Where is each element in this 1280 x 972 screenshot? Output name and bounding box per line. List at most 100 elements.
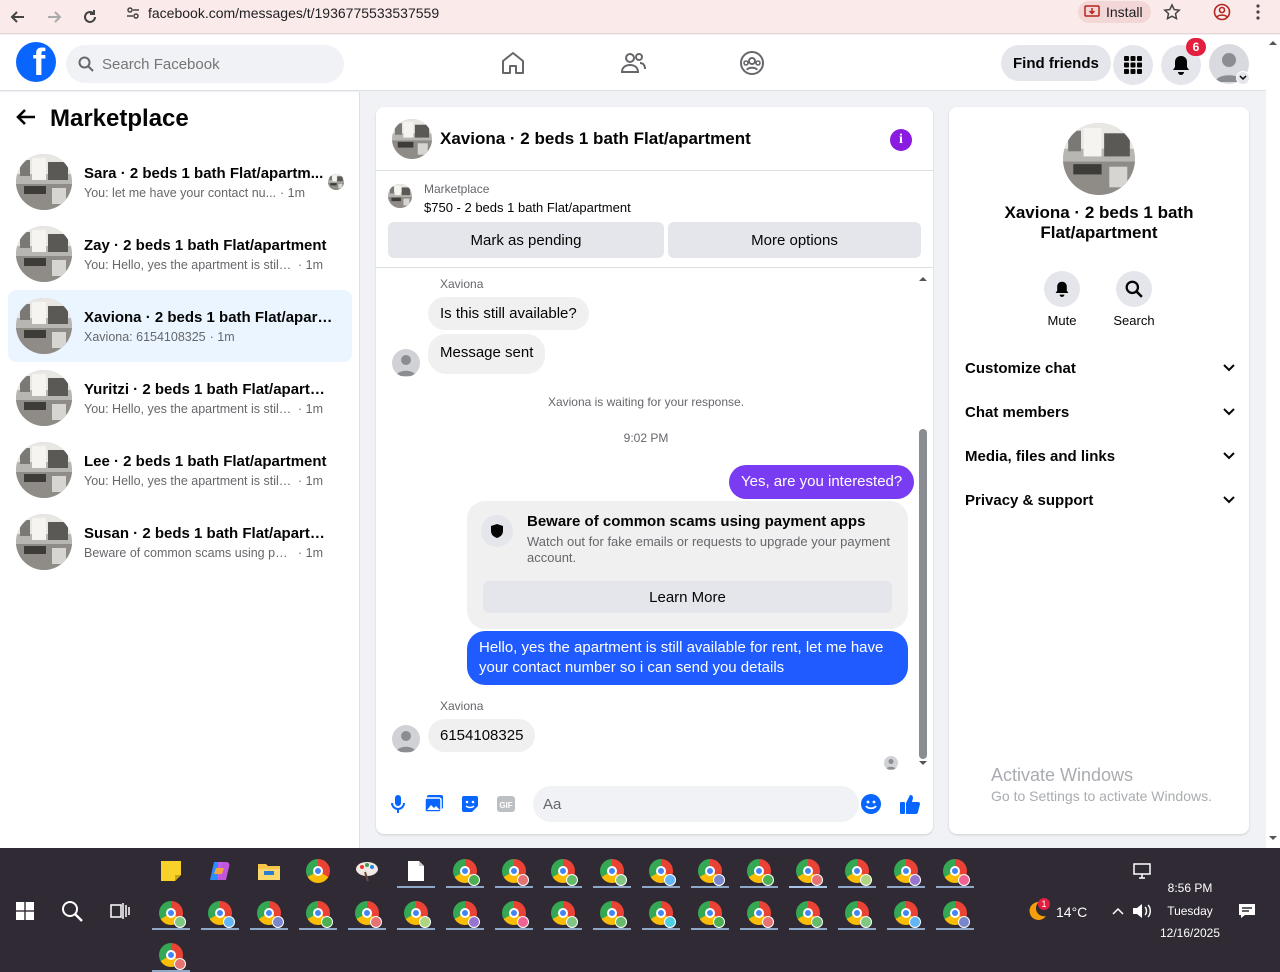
clock-time[interactable]: 8:56 PM	[1160, 881, 1220, 895]
outgoing-message[interactable]: Yes, are you interested?	[729, 465, 915, 499]
chrome-profile-icon[interactable]	[844, 858, 872, 886]
weather-temp[interactable]: 14°C	[1056, 904, 1087, 920]
chrome-profile-icon[interactable]	[452, 858, 480, 886]
listing-thumbnail[interactable]	[392, 118, 432, 159]
chrome-profile-icon[interactable]	[158, 942, 186, 970]
home-icon[interactable]	[493, 47, 533, 79]
forward-icon[interactable]	[36, 0, 72, 34]
facebook-logo-icon[interactable]: f	[16, 42, 56, 82]
message-input[interactable]: Aa	[533, 786, 859, 822]
chrome-profile-icon[interactable]	[746, 900, 774, 928]
incoming-message[interactable]: Message sent	[428, 334, 546, 374]
site-settings-icon[interactable]	[118, 6, 148, 20]
menu-grid-icon[interactable]	[1113, 45, 1153, 85]
sticky-notes-icon[interactable]	[158, 858, 184, 884]
chrome-profile-icon[interactable]	[697, 900, 725, 928]
chat-scrollbar[interactable]	[917, 269, 929, 769]
mark-as-pending-button[interactable]: Mark as pending	[388, 222, 664, 258]
listing-mini-thumbnail[interactable]	[388, 184, 412, 208]
chrome-profile-icon[interactable]	[501, 858, 529, 886]
chrome-profile-icon[interactable]	[599, 858, 627, 886]
conversation-item[interactable]: Susan · 2 beds 1 bath Flat/apartme... Bew…	[8, 506, 352, 578]
chrome-profile-icon[interactable]	[648, 900, 676, 928]
find-friends-button[interactable]: Find friends	[1001, 45, 1111, 81]
listing-title[interactable]: $750 - 2 beds 1 bath Flat/apartment	[424, 200, 631, 215]
chrome-profile-icon[interactable]	[942, 858, 970, 886]
chrome-profile-icon[interactable]	[599, 900, 627, 928]
account-chevron-icon[interactable]	[1236, 71, 1250, 85]
chrome-profile-icon[interactable]	[746, 858, 774, 886]
address-bar[interactable]: facebook.com/messages/t/1936775533537559	[118, 0, 1068, 26]
conversation-item[interactable]: Sara · 2 beds 1 bath Flat/apartm... You: …	[8, 146, 352, 218]
profile-icon[interactable]	[1208, 0, 1236, 24]
emoji-icon[interactable]	[859, 792, 883, 816]
chrome-profile-icon[interactable]	[795, 900, 823, 928]
listing-image[interactable]	[1063, 123, 1135, 195]
chrome-profile-icon[interactable]	[844, 900, 872, 928]
chrome-profile-icon[interactable]	[207, 900, 235, 928]
chrome-profile-icon[interactable]	[942, 900, 970, 928]
details-section-row[interactable]: Media, files and links	[965, 444, 1235, 468]
photo-icon[interactable]	[422, 792, 446, 816]
install-button[interactable]: Install	[1078, 1, 1151, 23]
taskbar-search-icon[interactable]	[59, 898, 85, 924]
friends-icon[interactable]	[613, 47, 653, 79]
microphone-icon[interactable]	[386, 792, 410, 816]
back-icon[interactable]	[0, 0, 36, 34]
chrome-profile-icon[interactable]	[305, 900, 333, 928]
incoming-message[interactable]: Is this still available?	[428, 297, 589, 330]
task-view-icon[interactable]	[107, 898, 133, 924]
chat-title[interactable]: Xaviona · 2 beds 1 bath Flat/apartment	[440, 129, 751, 149]
notification-center-icon[interactable]	[1234, 898, 1260, 924]
clock-date[interactable]: 12/16/2025	[1155, 926, 1225, 940]
mute-button[interactable]: Mute	[1032, 271, 1092, 328]
chrome-profile-icon[interactable]	[648, 858, 676, 886]
incoming-message[interactable]: 6154108325	[428, 719, 536, 752]
chrome-profile-icon[interactable]	[256, 900, 284, 928]
chrome-profile-icon[interactable]	[697, 858, 725, 886]
volume-icon[interactable]	[1129, 898, 1155, 924]
outgoing-message[interactable]: Hello, yes the apartment is still availa…	[467, 631, 908, 685]
search-conversation-button[interactable]: Search	[1104, 271, 1164, 328]
desktop-icon[interactable]	[1129, 858, 1155, 884]
info-icon[interactable]: i	[890, 129, 912, 151]
windows-start-icon[interactable]	[12, 898, 38, 924]
sender-avatar[interactable]	[392, 349, 420, 377]
chrome-profile-icon[interactable]	[795, 858, 823, 886]
thumbs-up-icon[interactable]	[898, 792, 922, 816]
chrome-icon[interactable]	[305, 858, 331, 884]
conversation-item[interactable]: Yuritzi · 2 beds 1 bath Flat/apartm... Yo…	[8, 362, 352, 434]
learn-more-button[interactable]: Learn More	[483, 581, 892, 613]
chrome-profile-icon[interactable]	[158, 900, 186, 928]
conversation-item[interactable]: Lee · 2 beds 1 bath Flat/apartment You: H…	[8, 434, 352, 506]
kebab-menu-icon[interactable]	[1244, 0, 1272, 24]
search-box[interactable]	[66, 45, 344, 83]
notepad-icon[interactable]	[403, 858, 429, 884]
page-scrollbar[interactable]	[1266, 35, 1280, 848]
back-arrow-icon[interactable]	[16, 108, 36, 131]
conversation-item[interactable]: Xaviona · 2 beds 1 bath Flat/apart... Xav…	[8, 290, 352, 362]
chrome-profile-icon[interactable]	[550, 900, 578, 928]
more-options-button[interactable]: More options	[668, 222, 921, 258]
file-explorer-icon[interactable]	[256, 858, 282, 884]
chrome-profile-icon[interactable]	[354, 900, 382, 928]
chrome-profile-icon[interactable]	[550, 858, 578, 886]
sender-avatar[interactable]	[392, 725, 420, 753]
show-hidden-icons-chevron-icon[interactable]	[1105, 898, 1131, 924]
copilot-icon[interactable]	[207, 858, 233, 884]
chrome-profile-icon[interactable]	[403, 900, 431, 928]
groups-icon[interactable]	[732, 47, 772, 79]
reload-icon[interactable]	[72, 0, 108, 34]
chrome-profile-icon[interactable]	[501, 900, 529, 928]
details-section-row[interactable]: Privacy & support	[965, 488, 1235, 512]
details-section-row[interactable]: Customize chat	[965, 356, 1235, 380]
details-section-row[interactable]: Chat members	[965, 400, 1235, 424]
chrome-profile-icon[interactable]	[893, 858, 921, 886]
chrome-profile-icon[interactable]	[452, 900, 480, 928]
gif-icon[interactable]: GIF	[494, 792, 518, 816]
clock-day[interactable]: Tuesday	[1160, 904, 1220, 918]
sticker-icon[interactable]	[458, 792, 482, 816]
search-input[interactable]	[102, 55, 322, 73]
conversation-item[interactable]: Zay · 2 beds 1 bath Flat/apartment You: H…	[8, 218, 352, 290]
bookmark-star-icon[interactable]	[1158, 0, 1186, 24]
